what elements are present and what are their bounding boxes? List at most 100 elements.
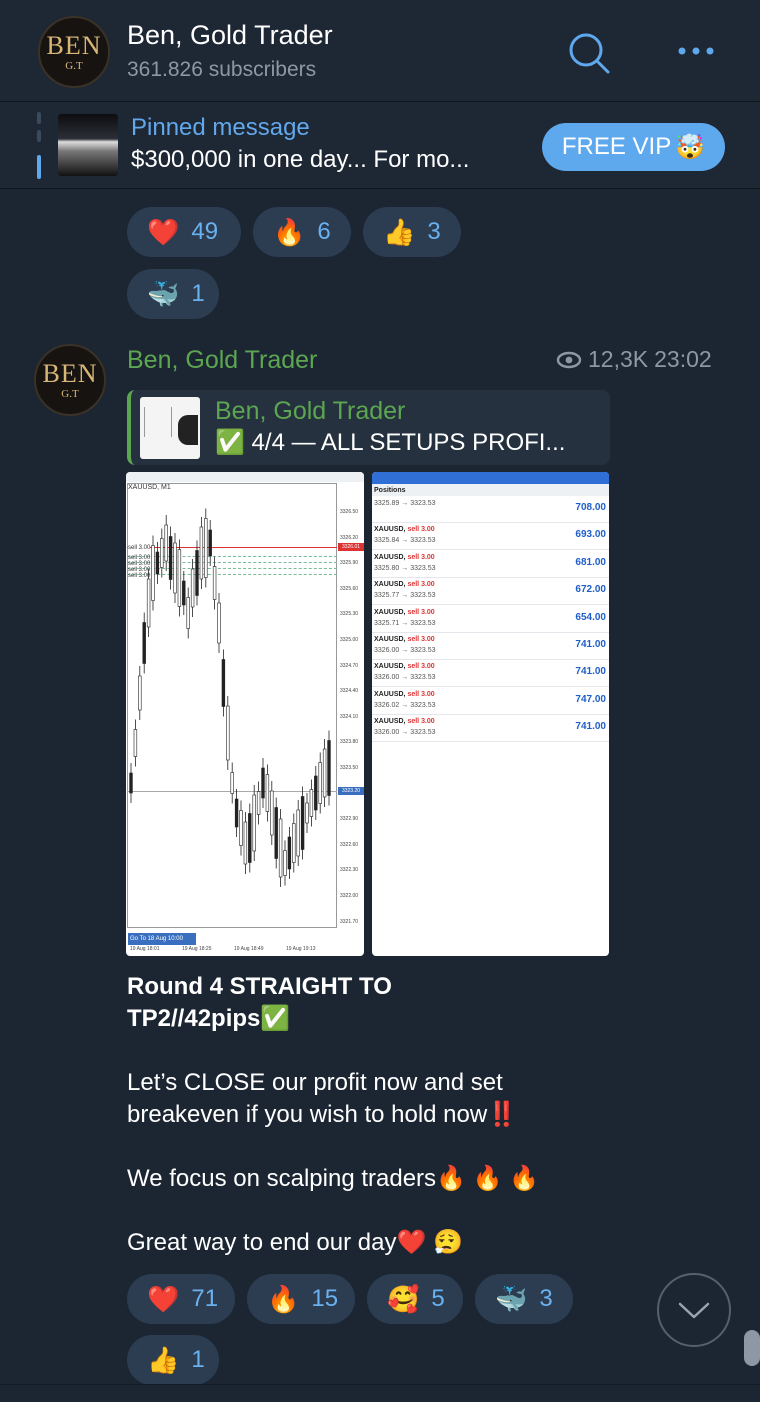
reaction-count: 6 [317,218,331,245]
candle-body [212,566,217,600]
candle-body [195,550,199,596]
message-time: 23:02 [654,346,712,372]
reaction-whale[interactable]: 🐳 1 [127,269,219,319]
thumbs-up-icon: 👍 [147,1345,180,1375]
positions-screenshot[interactable]: Positions 3325.89 → 3323.53 708.00 XAUUSD,… [372,472,609,956]
channel-avatar[interactable]: BEN G.T [38,16,110,88]
position-prices: 3325.89 → 3323.53 [374,500,436,507]
reaction-count: 71 [191,1285,219,1312]
reaction-smiling-hearts[interactable]: 🥰 5 [367,1274,463,1324]
position-symbol: XAUUSD, sell 3.00 [374,526,435,534]
message-line: TP2//42pips✅ [127,1005,291,1032]
position-symbol: XAUUSD, sell 3.00 [374,636,435,643]
candle-body [186,597,190,629]
reaction-thumbs-up[interactable]: 👍 1 [127,1335,219,1385]
position-row[interactable]: XAUUSD, sell 3.00 3325.80 → 3323.53 681.00 [372,551,609,578]
candlestick-series [129,508,331,887]
reaction-whale[interactable]: 🐳 3 [475,1274,573,1324]
chevron-down-icon [678,1302,710,1319]
candle-body [300,796,305,850]
position-profit: 681.00 [575,556,606,568]
position-profit: 708.00 [575,502,606,513]
position-row[interactable]: XAUUSD, sell 3.00 3326.00 → 3323.53 741.00 [372,660,609,688]
candle-body [256,791,261,815]
candle-body [142,622,146,664]
pinned-thumbnail [58,114,118,176]
position-row[interactable]: XAUUSD, sell 3.00 3326.00 → 3323.53 741.00 [372,633,609,660]
price-tick: 3322.90 [340,816,359,823]
candle-body [305,802,309,824]
candle-body [155,551,160,575]
candle-body [204,518,208,578]
candle-body [133,729,138,757]
scroll-down-button[interactable] [657,1273,731,1347]
positions-header: Positions [374,487,406,494]
message-sender[interactable]: Ben, Gold Trader [127,346,317,375]
reaction-fire[interactable]: 🔥 6 [253,207,351,257]
price-tick: 3321.70 [340,918,359,925]
candle-body [243,821,248,865]
candle-body [261,767,265,799]
candle-body [221,659,226,707]
position-symbol: XAUUSD, sell 3.00 [374,718,435,726]
candle-body [309,789,314,817]
position-profit: 672.00 [575,584,606,596]
price-tick: 3322.60 [340,841,359,848]
candle-body [248,813,252,863]
free-vip-button[interactable]: FREE VIP 🤯 [542,123,725,171]
price-tick: 3325.00 [340,637,359,643]
scrollbar[interactable] [744,1330,760,1366]
position-prices: 3326.00 → 3323.53 [374,647,436,654]
position-row[interactable]: XAUUSD, sell 3.00 3325.77 → 3323.53 672.00 [372,578,609,606]
smiling-hearts-icon: 🥰 [387,1284,420,1314]
candle-body [283,850,287,876]
positions-header-bar [372,484,609,496]
channel-name[interactable]: Ben, Gold Trader [127,20,333,51]
top-price-tag: 3326.01 [338,543,364,551]
reaction-count: 1 [191,280,205,307]
search-icon[interactable] [566,30,614,78]
candle-body [314,775,318,811]
position-prices: 3326.00 → 3323.53 [374,674,436,682]
candle-body [274,807,278,859]
price-tick: 3322.00 [340,893,359,899]
reaction-fire[interactable]: 🔥 15 [247,1274,355,1324]
message-line: We focus on scalping traders🔥 🔥 🔥 [127,1165,540,1192]
avatar-sub: G.T [61,387,79,400]
position-profit: 741.00 [575,721,606,733]
candle-body [160,538,164,568]
position-profit: 693.00 [575,529,606,541]
pinned-title: Pinned message [131,114,310,141]
price-tick: 3324.40 [340,688,359,695]
position-row[interactable]: XAUUSD, sell 3.00 3325.84 → 3323.53 693.00 [372,523,609,551]
reaction-heart[interactable]: ❤️ 71 [127,1274,235,1324]
position-row[interactable]: XAUUSD, sell 3.00 3325.71 → 3323.53 654.00 [372,606,609,633]
position-row[interactable]: 3325.89 → 3323.53 708.00 [372,496,609,523]
heart-icon: ❤️ [147,217,180,247]
candle-body [322,748,327,798]
avatar-sub: G.T [65,59,83,72]
chart-screenshot[interactable]: XAUUSD, M1 sell 3.00 sell 3.00 sell 3.00… [126,472,364,956]
reaction-count: 15 [311,1285,339,1312]
position-row[interactable]: XAUUSD, sell 3.00 3326.02 → 3323.53 747.00 [372,688,609,715]
position-prices: 3325.77 → 3323.53 [374,592,436,600]
position-prices: 3326.00 → 3323.53 [374,729,436,737]
message-meta: 12,3K 23:02 [556,346,712,373]
position-row[interactable]: XAUUSD, sell 3.00 3326.00 → 3323.53 741.00 [372,715,609,743]
reaction-heart[interactable]: ❤️ 49 [127,207,241,257]
position-prices: 3325.80 → 3323.53 [374,564,436,572]
reaction-thumbs-up[interactable]: 👍 3 [363,207,461,257]
avatar-text: BEN [42,358,98,388]
candle-body [292,823,296,863]
message-line: breakeven if you wish to hold now‼️ [127,1101,518,1128]
more-icon[interactable] [676,44,716,58]
goto-label[interactable]: Go To 18 Aug 10:00 [128,933,196,945]
time-tick: 19 Aug 18:25 [182,946,212,952]
position-profit: 741.00 [575,666,606,678]
candle-body [239,810,243,846]
sender-avatar[interactable]: BEN G.T [34,344,106,416]
candle-body [287,836,292,870]
position-prices: 3325.71 → 3323.53 [374,619,436,627]
reaction-count: 5 [431,1285,445,1312]
channel-header[interactable] [0,0,760,102]
